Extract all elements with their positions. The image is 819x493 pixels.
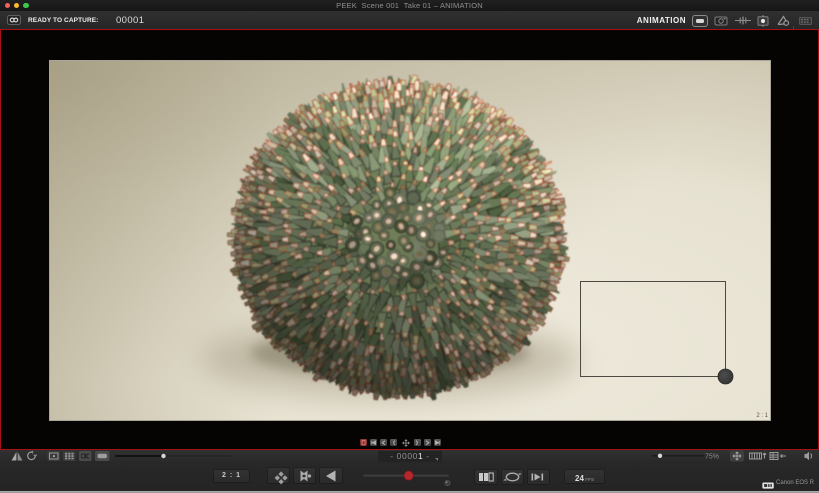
svg-text:2 : 1: 2 : 1 [756,413,768,419]
svg-text:75%: 75% [705,454,719,461]
